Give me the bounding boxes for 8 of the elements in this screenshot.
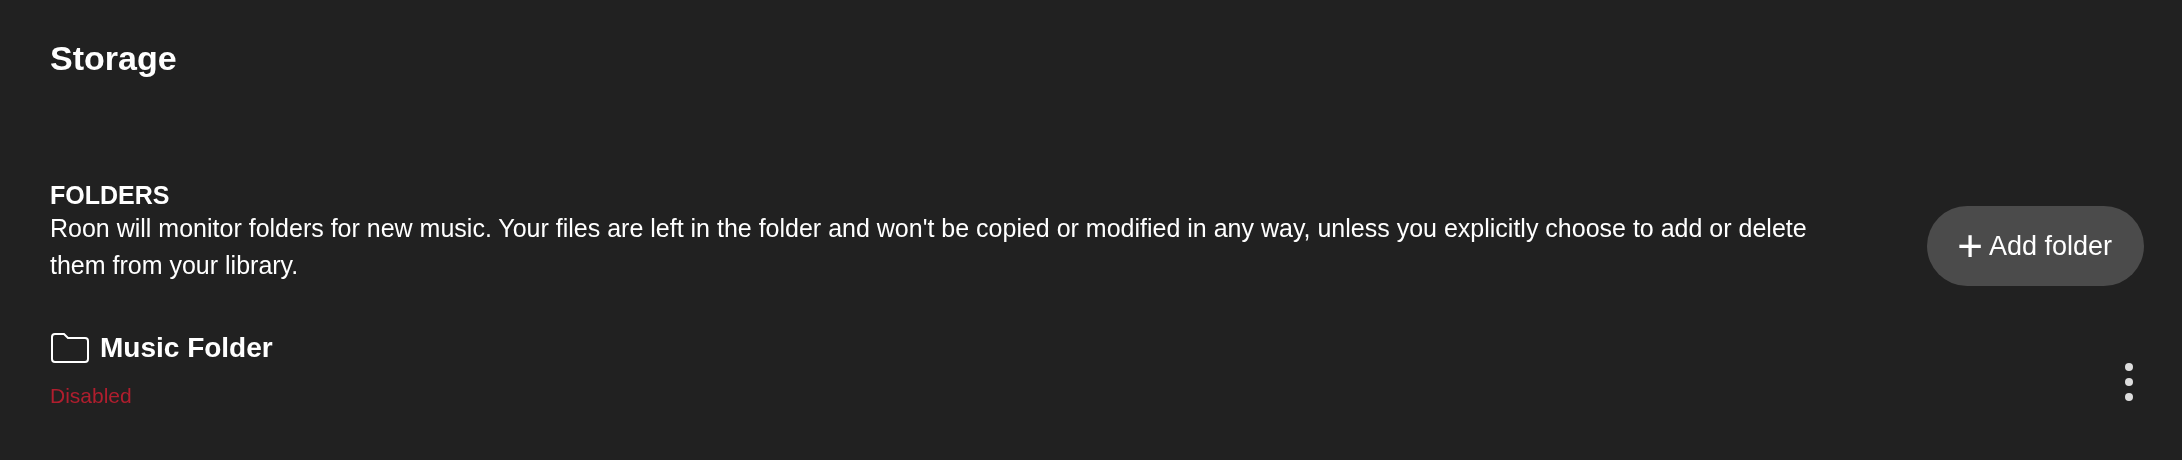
folder-icon	[50, 332, 90, 364]
folder-name: Music Folder	[100, 332, 273, 364]
add-folder-button[interactable]: +Add folder	[1927, 206, 2144, 286]
more-options-icon[interactable]	[2124, 362, 2134, 402]
page-title: Storage	[50, 38, 178, 79]
section-description: Roon will monitor folders for new music. Your files are left in the folder and won't be copied or modified in any way, unless you explicitly choose to add or delete them from your library.	[50, 213, 1808, 281]
section-heading: FOLDERS	[50, 180, 171, 210]
folder-status: Disabled	[50, 384, 133, 408]
